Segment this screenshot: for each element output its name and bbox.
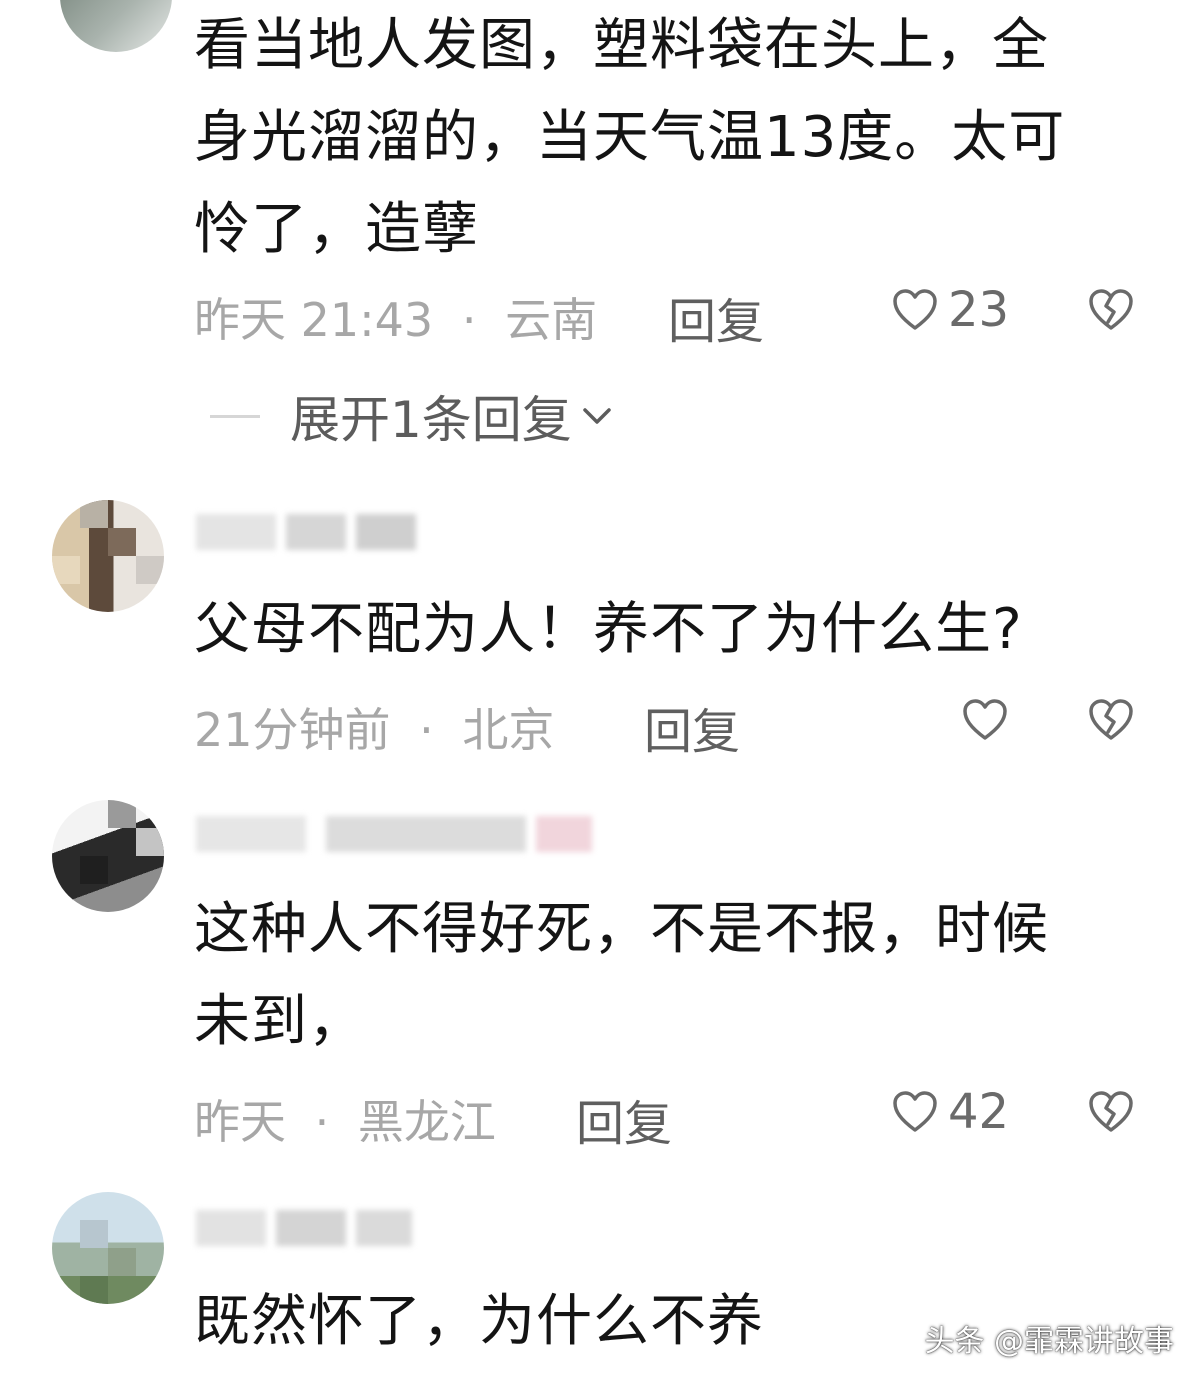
broken-heart-icon bbox=[1089, 1091, 1133, 1132]
comment-2-text: 父母不配为人！养不了为什么生? bbox=[194, 584, 1154, 676]
heart-icon bbox=[893, 1091, 937, 1132]
avatar[interactable] bbox=[52, 1192, 164, 1304]
comment-3-meta: 昨天 · 黑龙江 bbox=[194, 1086, 496, 1152]
comment-location: 黑龙江 bbox=[357, 1095, 496, 1149]
comment-line: 这种人不得好死，不是不报，时候 bbox=[194, 897, 1049, 962]
like-count: 23 bbox=[948, 282, 1010, 338]
comment-2-meta: 21分钟前 · 北京 bbox=[194, 694, 554, 760]
expand-replies[interactable]: 展开1条回复 bbox=[210, 380, 614, 452]
comment-time: 21分钟前 bbox=[194, 703, 391, 757]
comment-time: 昨天 bbox=[194, 1095, 286, 1149]
comment-location: 云南 bbox=[505, 293, 598, 347]
username[interactable] bbox=[196, 508, 426, 556]
heart-icon bbox=[963, 699, 1007, 740]
watermark: 头条 @霏霖讲故事 bbox=[924, 1324, 1174, 1359]
comment-location: 北京 bbox=[462, 703, 555, 757]
meta-separator: · bbox=[461, 293, 477, 347]
comment-line: 看当地人发图，塑料袋在头上，全 bbox=[194, 13, 1049, 78]
comment-3-text: 这种人不得好死，不是不报，时候 未到， bbox=[194, 884, 1154, 1068]
like-button[interactable] bbox=[962, 698, 1008, 742]
comment-line: 怜了，造孽 bbox=[194, 197, 479, 262]
broken-heart-icon bbox=[1089, 699, 1133, 740]
meta-separator: · bbox=[419, 703, 434, 757]
comment-1-text: 看当地人发图，塑料袋在头上，全 身光溜溜的，当天气温13度。太可 怜了，造孽 bbox=[194, 0, 1154, 276]
broken-heart-icon bbox=[1089, 289, 1133, 330]
reply-button[interactable]: 回复 bbox=[668, 282, 764, 352]
chevron-down-icon bbox=[583, 408, 611, 424]
dislike-button[interactable] bbox=[1088, 698, 1134, 746]
like-button[interactable]: 23 bbox=[892, 282, 1009, 338]
comment-1-meta: 昨天 21:43 · 云南 bbox=[194, 284, 597, 350]
heart-icon bbox=[893, 289, 937, 330]
dislike-button[interactable] bbox=[1088, 288, 1134, 336]
expand-label: 展开1条回复 bbox=[290, 391, 572, 449]
comment-time: 昨天 21:43 bbox=[194, 293, 434, 347]
avatar[interactable] bbox=[52, 500, 164, 612]
meta-separator: · bbox=[314, 1095, 330, 1149]
reply-button[interactable]: 回复 bbox=[644, 692, 740, 762]
avatar[interactable] bbox=[52, 800, 164, 912]
comment-line: 未到， bbox=[194, 989, 365, 1054]
divider bbox=[210, 414, 260, 418]
like-count: 42 bbox=[948, 1084, 1010, 1140]
comment-line: 身光溜溜的，当天气温13度。太可 bbox=[194, 105, 1066, 170]
comment-line: 父母不配为人！养不了为什么生? bbox=[194, 597, 1023, 662]
username[interactable] bbox=[196, 810, 596, 858]
dislike-button[interactable] bbox=[1088, 1090, 1134, 1138]
reply-button[interactable]: 回复 bbox=[576, 1084, 672, 1154]
username[interactable] bbox=[196, 1204, 416, 1252]
avatar[interactable] bbox=[60, 0, 172, 52]
like-button[interactable]: 42 bbox=[892, 1084, 1009, 1140]
